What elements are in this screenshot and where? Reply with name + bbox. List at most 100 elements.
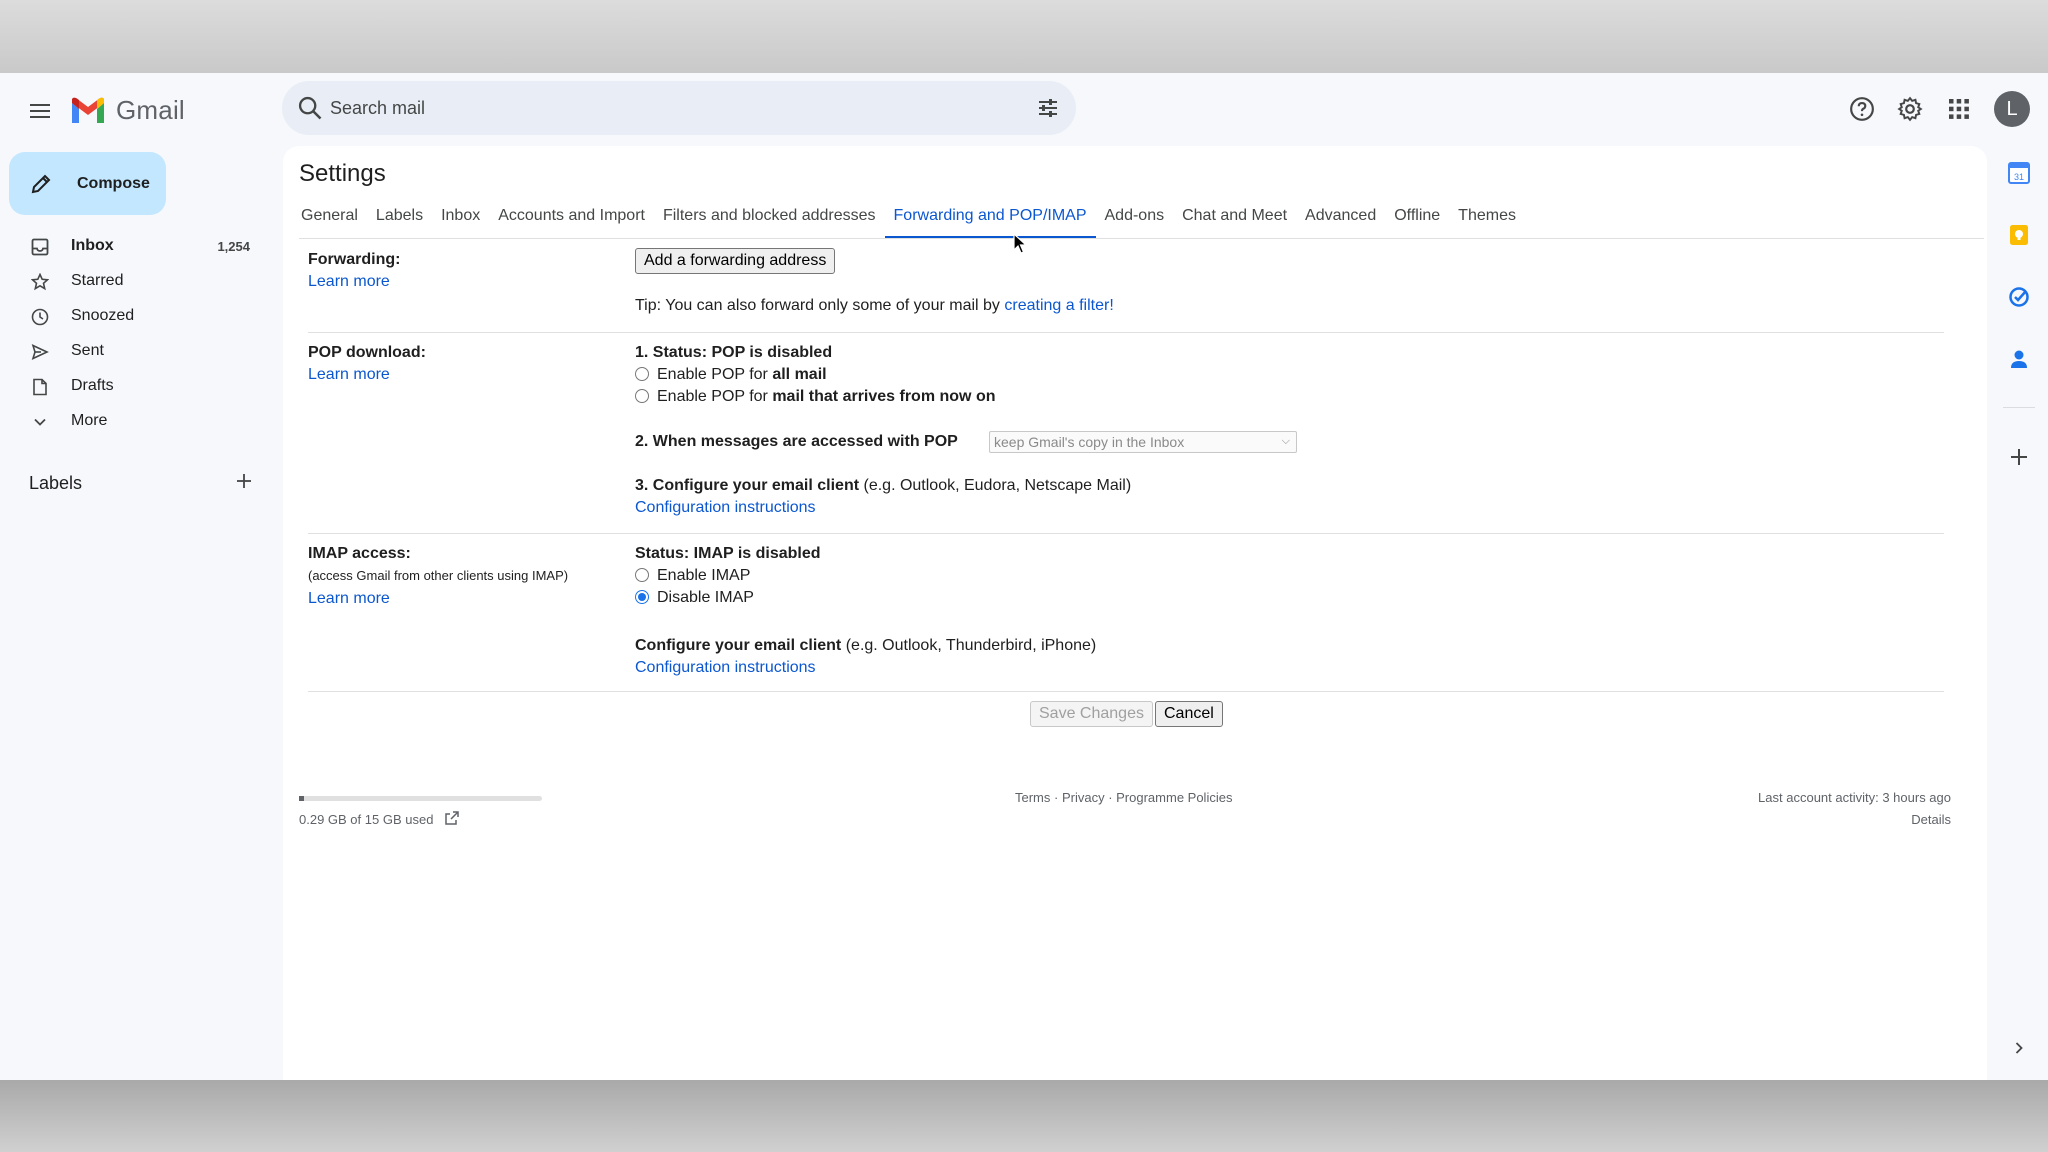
disable-imap-label: Disable IMAP [657,589,754,606]
tab-accounts-and-import[interactable]: Accounts and Import [489,196,654,236]
forwarding-tip-text: Tip: You can also forward only some of y… [635,297,1005,314]
privacy-link[interactable]: Privacy [1062,790,1105,805]
imap-configuration-instructions-link[interactable]: Configuration instructions [635,659,816,677]
gmail-window: Gmail L Compose Inbox 1,25 [0,73,2048,1080]
imap-config: Configure your email client (e.g. Outloo… [635,637,1096,655]
chevron-down-icon: ⌵ [1281,435,1290,447]
pop-option-all-mail[interactable]: Enable POP for all mail [635,366,827,384]
tasks-icon[interactable] [2005,283,2033,311]
main-menu-button[interactable] [22,93,58,129]
tabs-divider [299,238,1984,239]
settings-gear-icon[interactable] [1895,94,1925,124]
svg-text:31: 31 [2014,172,2024,182]
chevron-right-icon[interactable] [2005,1034,2033,1062]
tab-offline[interactable]: Offline [1385,196,1449,236]
compose-label: Compose [77,174,150,192]
pop-all-mail-radio[interactable] [635,367,649,381]
page-title: Settings [299,160,386,187]
tab-labels[interactable]: Labels [367,196,432,236]
add-label-icon[interactable] [232,469,256,493]
sidebar-item-label: Starred [71,272,124,289]
tab-chat-and-meet[interactable]: Chat and Meet [1173,196,1296,236]
add-forwarding-address-button[interactable]: Add a forwarding address [635,248,836,274]
imap-config-examples: (e.g. Outlook, Thunderbird, iPhone) [841,637,1097,654]
imap-option-enable[interactable]: Enable IMAP [635,567,750,585]
star-icon [30,272,50,292]
storage-usage: 0.29 GB of 15 GB used [299,812,433,827]
imap-option-disable[interactable]: Disable IMAP [635,589,754,607]
get-add-ons-icon[interactable] [2005,443,2033,471]
disable-imap-radio[interactable] [635,590,649,604]
forwarding-label: Forwarding: [308,251,401,268]
forwarding-learn-more-link[interactable]: Learn more [308,273,390,291]
sidebar-item-more[interactable]: More [0,404,270,439]
pop-step3-examples: (e.g. Outlook, Eudora, Netscape Mail) [859,477,1132,494]
google-apps-icon[interactable] [1944,94,1974,124]
tab-general[interactable]: General [292,196,367,236]
save-changes-button[interactable]: Save Changes [1030,701,1153,727]
desktop-background-top [0,0,2048,73]
inbox-count: 1,254 [217,239,250,254]
pop-status: 1. Status: POP is disabled [635,344,833,361]
sidebar-item-label: Sent [71,342,104,359]
imap-learn-more-link[interactable]: Learn more [308,590,390,608]
calendar-icon[interactable]: 31 [2005,159,2033,187]
pop-action-select[interactable]: keep Gmail's copy in the Inbox ⌵ [989,431,1297,453]
activity-details-link[interactable]: Details [1911,812,1951,827]
sidebar-item-drafts[interactable]: Drafts [0,369,270,404]
chevron-down-icon [30,412,50,432]
tab-filters-and-blocked-addresses[interactable]: Filters and blocked addresses [654,196,885,236]
search-options-icon[interactable] [1036,96,1060,120]
terms-link[interactable]: Terms [1015,790,1050,805]
sidebar-item-label: More [71,412,108,429]
enable-imap-radio[interactable] [635,568,649,582]
pop-option-from-now[interactable]: Enable POP for mail that arrives from no… [635,388,995,406]
settings-tabs: General Labels Inbox Accounts and Import… [292,196,1525,239]
compose-button[interactable]: Compose [9,152,166,215]
sidebar-nav: Inbox 1,254 Starred Snoozed Sent Drafts … [0,229,270,439]
sidebar-item-label: Snoozed [71,307,135,324]
search-bar [282,81,1076,135]
pop-from-now-radio[interactable] [635,389,649,403]
sidebar-item-starred[interactable]: Starred [0,264,270,299]
desktop-background-bottom [0,1080,2048,1152]
search-icon[interactable] [296,94,324,122]
account-avatar[interactable]: L [1994,91,2030,127]
section-divider [308,332,1944,333]
keep-icon[interactable] [2005,221,2033,249]
pop-option-bold: mail that arrives from now on [772,388,996,405]
tab-forwarding-and-pop-imap[interactable]: Forwarding and POP/IMAP [884,196,1096,239]
cancel-button[interactable]: Cancel [1155,701,1223,727]
labels-heading: Labels [29,473,83,493]
pop-option-bold: all mail [772,366,827,383]
sidebar-item-sent[interactable]: Sent [0,334,270,369]
mouse-cursor-icon [1013,233,1028,254]
pop-option-text: Enable POP for [657,388,773,405]
last-account-activity: Last account activity: 3 hours ago [1758,790,1951,805]
create-filter-link[interactable]: creating a filter! [1004,297,1113,314]
send-icon [30,342,50,362]
tab-add-ons[interactable]: Add-ons [1096,196,1174,236]
storage-usage-fill [299,796,304,801]
inbox-icon [30,237,50,257]
tab-advanced[interactable]: Advanced [1296,196,1385,236]
tab-themes[interactable]: Themes [1449,196,1525,236]
programme-policies-link[interactable]: Programme Policies [1116,790,1232,805]
pop-configuration-instructions-link[interactable]: Configuration instructions [635,499,816,517]
pop-label: POP download: [308,344,426,361]
pop-learn-more-link[interactable]: Learn more [308,366,390,384]
tab-inbox[interactable]: Inbox [432,196,489,236]
imap-config-label: Configure your email client [635,637,842,654]
help-icon[interactable] [1847,94,1877,124]
section-divider [308,533,1944,534]
gmail-logo[interactable]: Gmail [70,95,185,126]
enable-imap-label: Enable IMAP [657,567,751,584]
sidebar-item-inbox[interactable]: Inbox 1,254 [0,229,270,264]
external-link-icon[interactable] [444,810,460,826]
footer-links: Terms · Privacy · Programme Policies [1015,790,1232,805]
contacts-icon[interactable] [2005,345,2033,373]
pop-step3: 3. Configure your email client (e.g. Out… [635,477,1131,495]
search-input[interactable] [330,93,970,123]
sidebar-item-snoozed[interactable]: Snoozed [0,299,270,334]
pop-option-text: Enable POP for [657,366,773,383]
